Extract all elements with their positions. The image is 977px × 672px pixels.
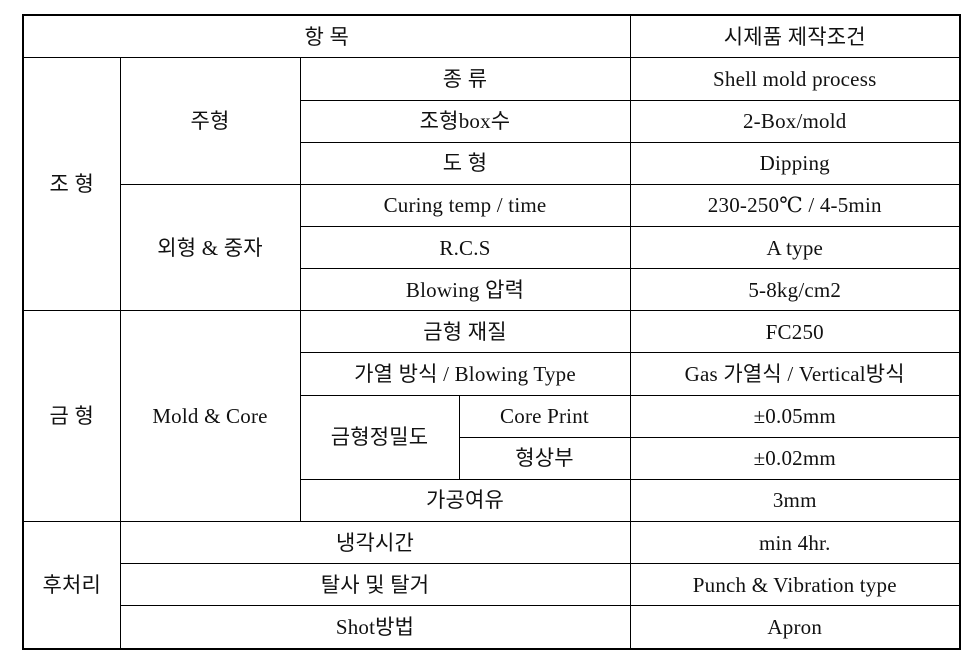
table-row: 조 형 주형 종 류 Shell mold process — [22, 57, 961, 312]
item-label-cell: 가공여유 — [299, 478, 631, 523]
item-label-cell: R.C.S — [299, 226, 631, 270]
table-row: 외형 & 중자 Curing temp / time 230-250℃ / 4-… — [23, 183, 961, 312]
item-label-cell: 가열 방식 / Blowing Type — [299, 352, 631, 396]
value-cell: ±0.02mm — [629, 436, 961, 480]
value-cell: 3mm — [629, 478, 961, 523]
item-label-cell: Curing temp / time — [299, 183, 631, 228]
document-page: 항 목 시제품 제작조건 조 형 주형 종 류 Shell mold proce… — [0, 0, 977, 672]
value-cell: ±0.05mm — [629, 394, 961, 438]
table-row: 금 형 Mold & Core 금형 재질 FC250 — [22, 310, 961, 523]
item-label-cell: 금형정밀도 — [299, 394, 460, 480]
value-cell: min 4hr. — [629, 521, 961, 565]
value-cell: 5-8kg/cm2 — [629, 268, 961, 312]
table-row: Shot방법 Apron — [23, 605, 961, 650]
item-label-cell: 종 류 — [299, 57, 631, 101]
header-condition-cell: 시제품 제작조건 — [629, 14, 961, 59]
item-label-cell: 탈사 및 탈거 — [119, 563, 631, 607]
sub-item-label-cell: 형상부 — [458, 436, 631, 480]
item-label-cell: 도 형 — [299, 141, 631, 185]
value-cell: 2-Box/mold — [629, 99, 961, 143]
section-label-cell: 금 형 — [22, 310, 121, 523]
sub-item-label-cell: Core Print — [458, 394, 631, 438]
header-item-cell: 항 목 — [22, 14, 631, 59]
value-cell: Punch & Vibration type — [629, 563, 961, 607]
value-cell: Apron — [629, 605, 961, 650]
item-label-cell: 조형box수 — [299, 99, 631, 143]
value-cell: 230-250℃ / 4-5min — [629, 183, 961, 228]
section-label-cell: 후처리 — [22, 521, 121, 650]
group-label-cell: 외형 & 중자 — [119, 183, 301, 312]
value-cell: A type — [629, 226, 961, 270]
process-spec-table: 항 목 시제품 제작조건 조 형 주형 종 류 Shell mold proce… — [22, 14, 961, 650]
item-label-cell: Blowing 압력 — [299, 268, 631, 312]
table-row: 후처리 냉각시간 min 4hr. — [22, 521, 961, 650]
value-cell: Shell mold process — [629, 57, 961, 101]
table-header-row: 항 목 시제품 제작조건 — [22, 14, 961, 59]
item-label-cell: 냉각시간 — [119, 521, 631, 565]
value-cell: Gas 가열식 / Vertical방식 — [629, 352, 961, 396]
value-cell: Dipping — [629, 141, 961, 185]
value-cell: FC250 — [629, 310, 961, 354]
section-label-cell: 조 형 — [22, 57, 121, 312]
item-label-cell: 금형 재질 — [299, 310, 631, 354]
item-label-cell: Shot방법 — [119, 605, 631, 650]
table-row: 탈사 및 탈거 Punch & Vibration type — [23, 563, 961, 607]
group-label-cell: Mold & Core — [119, 310, 301, 523]
group-label-cell: 주형 — [119, 57, 301, 185]
